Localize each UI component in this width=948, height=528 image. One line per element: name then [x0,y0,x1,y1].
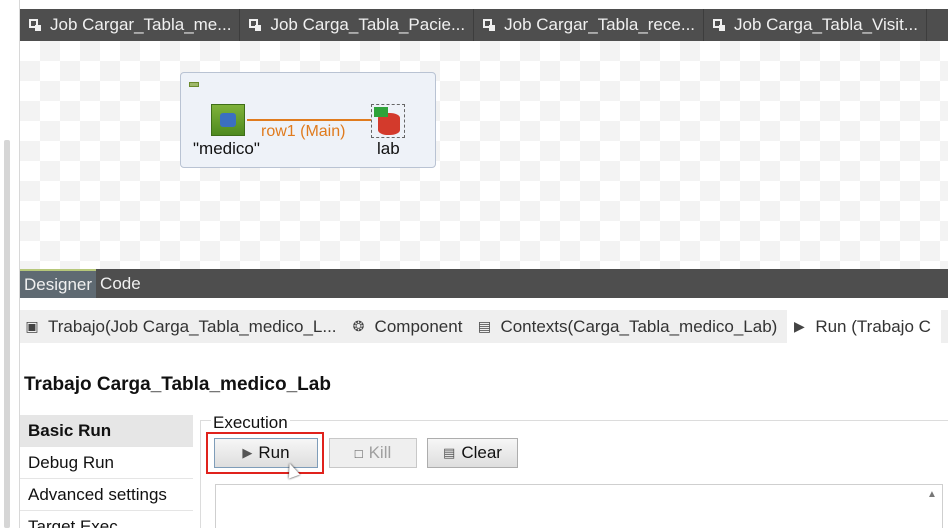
editor-tab-4[interactable]: Job Carga_Tabla_Visit... [704,9,927,41]
editor-tab-label: Job Cargar_Tabla_rece... [504,15,696,34]
editor-tab-3[interactable]: Job Cargar_Tabla_rece... [474,9,705,41]
editor-tab-label: Job Cargar_Tabla_me... [50,15,232,34]
job-icon [248,18,262,32]
output-component-label[interactable]: lab [377,139,400,159]
editor-tab-2[interactable]: Job Carga_Tabla_Pacie... [240,9,475,41]
play-icon: ▶ [242,445,253,460]
view-tab-bar: ▣ Trabajo(Job Carga_Tabla_medico_L... ❂ Co… [20,310,948,343]
editor-tab-label: Job Carga_Tabla_Visit... [734,15,918,34]
output-component-icon[interactable] [371,104,405,138]
component-icon: ❂ [352,318,365,334]
job-icon [712,18,726,32]
editor-tab-1[interactable]: Job Cargar_Tabla_me... [20,9,241,41]
run-panel-title: Trabajo Carga_Tabla_medico_Lab [24,374,331,395]
editor-tab-bar: Job Cargar_Tabla_me... Job Carga_Tabla_P… [20,9,948,41]
run-button[interactable]: ▶ Run [214,438,318,468]
contexts-icon: ▤ [477,318,492,334]
tab-label: Contexts(Carga_Tabla_medico_Lab) [500,316,778,336]
tab-designer[interactable]: Designer [20,269,97,298]
clear-button-label: Clear [461,443,502,462]
left-panel-edge [0,0,20,528]
tab-label: Component [374,316,463,336]
designer-canvas[interactable]: row1 (Main) "medico" lab [20,41,948,269]
arrow-icon [374,107,388,117]
menu-debug-run[interactable]: Debug Run [20,447,193,479]
clear-button[interactable]: ▤ Clear [427,438,518,468]
run-button-label: Run [258,443,290,462]
tab-job[interactable]: ▣ Trabajo(Job Carga_Tabla_medico_L... [20,310,347,343]
execution-group: Execution ▶ Run □ Kill ▤ Clear ▲ [200,413,948,528]
subjob-container[interactable]: row1 (Main) "medico" lab [180,72,436,168]
run-side-menu: Basic Run Debug Run Advanced settings Ta… [20,415,193,528]
menu-advanced-settings[interactable]: Advanced settings [20,479,193,511]
editor-tab-label: Job Carga_Tabla_Pacie... [270,15,466,34]
designer-code-tabs: Designer Code [20,269,948,298]
execution-label: Execution [211,413,290,433]
tab-label: Run (Trabajo C [815,316,931,336]
tab-contexts[interactable]: ▤ Contexts(Carga_Tabla_medico_Lab) [472,310,787,343]
run-view-icon: ▶ [793,318,805,334]
kill-icon: □ [354,445,363,461]
job-icon: ▣ [25,318,39,334]
tab-code[interactable]: Code [96,269,145,298]
subjob-collapse-toggle[interactable] [189,82,199,87]
connection-line[interactable] [247,119,371,121]
job-icon [28,18,42,32]
connection-label[interactable]: row1 (Main) [261,123,345,141]
left-scrollbar[interactable] [4,140,10,528]
kill-button-label: Kill [368,443,392,462]
input-component-icon[interactable] [211,104,245,136]
menu-target-exec[interactable]: Target Exec [20,511,193,528]
tab-component[interactable]: ❂ Component [347,310,473,343]
tab-run[interactable]: ▶ Run (Trabajo C [787,310,941,343]
console-output[interactable]: ▲ [215,484,943,528]
scroll-up-icon[interactable]: ▲ [926,489,938,501]
tab-label: Trabajo(Job Carga_Tabla_medico_L... [48,316,337,336]
clear-icon: ▤ [443,445,456,460]
kill-button[interactable]: □ Kill [329,438,417,468]
input-component-label[interactable]: "medico" [193,139,260,159]
menu-basic-run[interactable]: Basic Run [20,415,193,447]
job-icon [482,18,496,32]
